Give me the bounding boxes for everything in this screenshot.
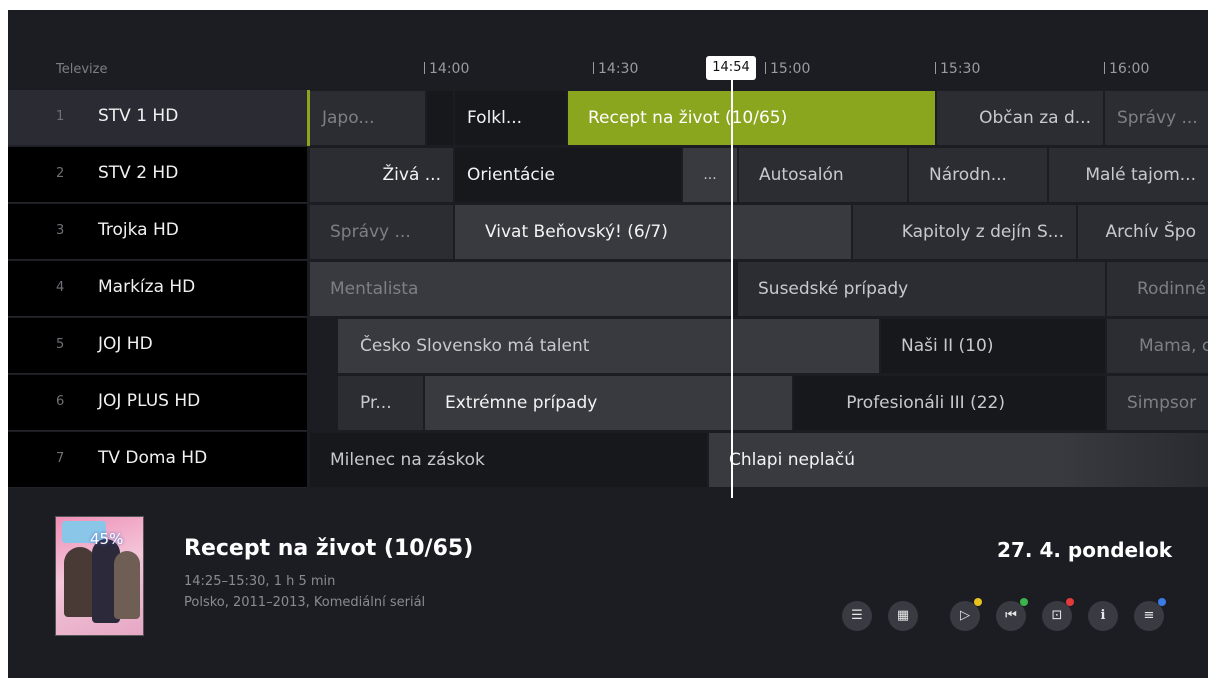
program-cell[interactable]: Susedské prípady: [738, 262, 1105, 316]
channel-name: Markíza HD: [98, 277, 196, 297]
channel-row: 3 Trojka HD Správy ... Vivat Beňovský! (…: [8, 204, 1208, 260]
channel-row: 7 TV Doma HD Milenec na záskok Chlapi ne…: [8, 432, 1208, 488]
time-tick: 16:00: [1104, 61, 1149, 77]
channel-item-stv1[interactable]: 1 STV 1 HD: [8, 90, 307, 146]
restart-icon: ⏮: [1005, 608, 1017, 623]
time-tick: 15:00: [765, 61, 810, 77]
program-title: Recept na život (10/65): [184, 536, 474, 561]
info-button[interactable]: i: [1088, 601, 1118, 631]
channel-item-stv2[interactable]: 2 STV 2 HD: [8, 147, 307, 203]
program-cell[interactable]: Správy ...: [310, 205, 453, 259]
program-cell[interactable]: [427, 91, 453, 145]
channel-item-joj[interactable]: 5 JOJ HD: [8, 318, 307, 374]
channel-name: JOJ PLUS HD: [98, 391, 201, 411]
channel-row: 1 STV 1 HD Japo... Folkl... Recept na ži…: [8, 90, 1208, 146]
calendar-button[interactable]: ▦: [888, 601, 918, 631]
info-icon: i: [1100, 608, 1106, 623]
program-cell[interactable]: Chlapi neplačú: [709, 433, 1208, 487]
program-cell-selected[interactable]: Recept na život (10/65): [568, 91, 935, 145]
program-cell[interactable]: Orientácie: [455, 148, 681, 202]
channel-number: 7: [56, 451, 65, 466]
program-meta: Polsko, 2011–2013, Komediální seriál: [184, 595, 426, 610]
time-tick: 15:30: [935, 61, 980, 77]
program-cell[interactable]: Archív Špo: [1078, 205, 1208, 259]
channel-number: 6: [56, 394, 65, 409]
restart-button[interactable]: ⏮: [996, 598, 1028, 631]
yellow-key-dot: [974, 598, 982, 606]
channel-name: STV 1 HD: [98, 106, 179, 126]
channel-number: 4: [56, 280, 65, 295]
channel-item-markiza[interactable]: 4 Markíza HD: [8, 261, 307, 317]
channel-name: Trojka HD: [98, 220, 179, 240]
program-cell[interactable]: Profesionáli III (22): [794, 376, 1105, 430]
channel-name: JOJ HD: [98, 334, 153, 354]
current-time-badge: 14:54: [706, 56, 756, 80]
channel-name: TV Doma HD: [98, 448, 208, 468]
program-cell[interactable]: Mama, c: [1107, 319, 1208, 373]
watch-progress-label: 45%: [90, 530, 124, 548]
time-tick: 14:30: [593, 61, 638, 77]
time-tick: 14:00: [424, 61, 469, 77]
program-cell[interactable]: Autosalón: [739, 148, 907, 202]
program-cell[interactable]: Česko Slovensko má talent: [338, 319, 879, 373]
calendar-icon: ▦: [896, 608, 910, 623]
channel-row: 4 Markíza HD Mentalista Susedské prípady…: [8, 261, 1208, 317]
blue-key-dot: [1158, 598, 1166, 606]
channel-item-jojplus[interactable]: 6 JOJ PLUS HD: [8, 375, 307, 431]
program-cell[interactable]: Japo...: [310, 91, 425, 145]
menu-button[interactable]: ≡: [1134, 598, 1166, 631]
channel-row: 5 JOJ HD Česko Slovensko má talent Naši …: [8, 318, 1208, 374]
section-label: Televize: [56, 62, 108, 77]
channel-row: 6 JOJ PLUS HD Pr... Extrémne prípady Pro…: [8, 375, 1208, 431]
program-cell[interactable]: Živá ...: [310, 148, 453, 202]
channel-item-tvdoma[interactable]: 7 TV Doma HD: [8, 432, 307, 488]
program-info-panel: 45% Recept na život (10/65) 14:25–15:30,…: [8, 498, 1208, 678]
green-key-dot: [1020, 598, 1028, 606]
channel-name: STV 2 HD: [98, 163, 179, 183]
tv-guide-screen: Televize 14:00 14:30 15:00 15:30 16:00 1…: [8, 10, 1208, 678]
program-cell[interactable]: Správy ...: [1105, 91, 1208, 145]
program-cell[interactable]: ...: [683, 148, 737, 202]
play-button[interactable]: ▷: [950, 598, 982, 631]
program-cell[interactable]: Vivat Beňovský! (6/7): [455, 205, 851, 259]
program-time: 14:25–15:30, 1 h 5 min: [184, 574, 336, 589]
channel-row: 2 STV 2 HD Živá ... Orientácie ... Autos…: [8, 147, 1208, 203]
channel-number: 2: [56, 166, 65, 181]
program-cell[interactable]: Milenec na záskok: [310, 433, 707, 487]
play-icon: ▷: [960, 608, 970, 623]
list-button[interactable]: ☰: [842, 601, 872, 631]
channel-number: 3: [56, 223, 65, 238]
channel-number: 1: [56, 109, 65, 124]
program-cell[interactable]: Folkl...: [455, 91, 566, 145]
program-cell[interactable]: Extrémne prípady: [425, 376, 792, 430]
record-icon: ⊡: [1051, 608, 1063, 623]
red-key-dot: [1066, 598, 1074, 606]
program-cell[interactable]: Národn...: [909, 148, 1047, 202]
program-cell[interactable]: Rodinné: [1107, 262, 1208, 316]
program-cell[interactable]: Občan za d...: [937, 91, 1103, 145]
guide-date: 27. 4. pondelok: [997, 538, 1172, 562]
list-icon: ☰: [851, 608, 863, 623]
current-time-line: [731, 80, 733, 498]
menu-icon: ≡: [1143, 608, 1155, 623]
program-cell[interactable]: Kapitoly z dejín S...: [853, 205, 1076, 259]
program-cell[interactable]: Malé tajom...: [1049, 148, 1208, 202]
record-button[interactable]: ⊡: [1042, 598, 1074, 631]
channel-item-trojka[interactable]: 3 Trojka HD: [8, 204, 307, 260]
program-cell[interactable]: Mentalista: [310, 262, 731, 316]
program-cell[interactable]: Simpsor: [1107, 376, 1208, 430]
program-cell[interactable]: Pr...: [338, 376, 423, 430]
program-cell[interactable]: Naši II (10): [881, 319, 1105, 373]
channel-number: 5: [56, 337, 65, 352]
